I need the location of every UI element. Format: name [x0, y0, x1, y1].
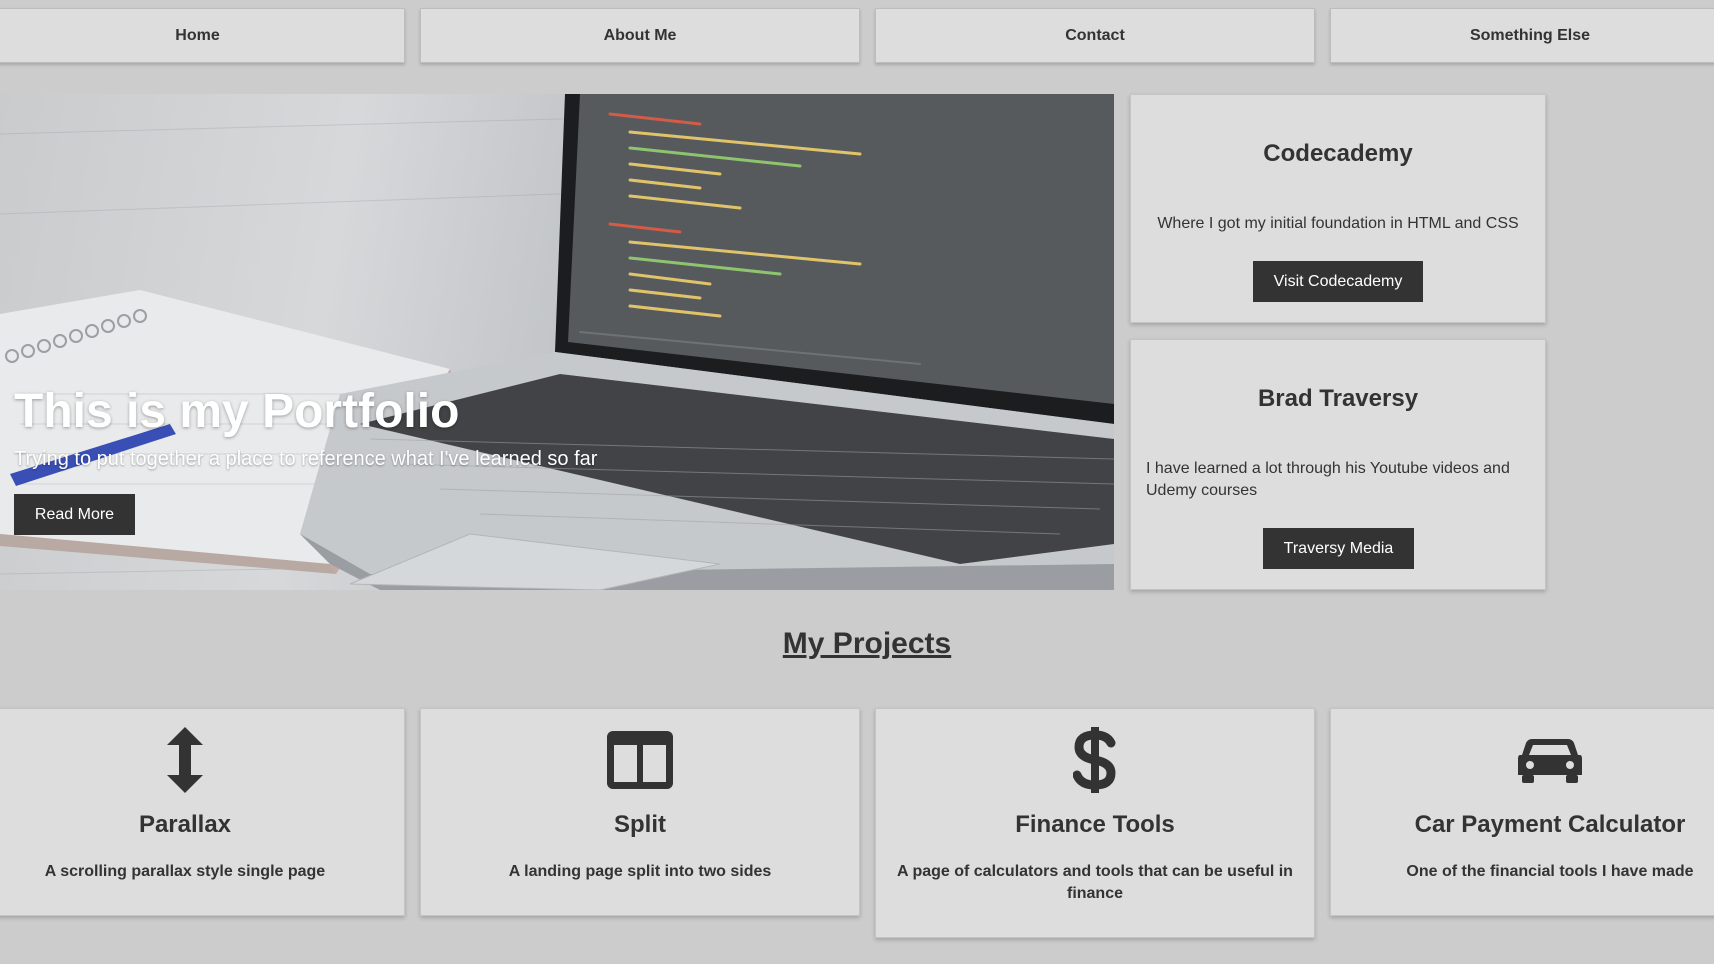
car-icon	[1515, 725, 1585, 795]
nav-something-else[interactable]: Something Else	[1330, 8, 1714, 63]
read-more-button-label: Read More	[34, 505, 115, 523]
project-card-car-payment-calculator[interactable]: Car Payment Calculator One of the financ…	[1330, 708, 1714, 916]
nav-home-label: Home	[175, 26, 220, 44]
project-title: Finance Tools	[1015, 811, 1175, 838]
brad-traversy-card-text: I have learned a lot through his Youtube…	[1146, 460, 1510, 499]
columns-icon	[605, 725, 675, 795]
page: Home About Me Contact Something Else Thi…	[0, 0, 1714, 964]
read-more-button[interactable]: Read More	[14, 494, 135, 535]
visit-codecademy-button[interactable]: Visit Codecademy	[1253, 261, 1423, 302]
brad-traversy-card: Brad Traversy I have learned a lot throu…	[1130, 339, 1546, 590]
project-title: Split	[614, 811, 666, 838]
project-description: A landing page split into two sides	[508, 863, 772, 880]
project-description: One of the financial tools I have made	[1406, 863, 1694, 880]
project-title: Car Payment Calculator	[1414, 811, 1686, 838]
traversy-media-button-label: Traversy Media	[1283, 539, 1394, 557]
project-card-finance-tools[interactable]: Finance Tools A page of calculators and …	[875, 708, 1315, 938]
hero-title: This is my Portfolio	[14, 385, 460, 438]
laptop-photo	[0, 94, 1114, 590]
nav-about-me[interactable]: About Me	[420, 8, 860, 63]
nav-contact[interactable]: Contact	[875, 8, 1315, 63]
hero-subtitle: Trying to put together a place to refere…	[14, 448, 598, 470]
dollar-icon	[1060, 725, 1130, 795]
laptop	[300, 94, 1114, 590]
visit-codecademy-button-label: Visit Codecademy	[1273, 272, 1403, 290]
codecademy-card-text: Where I got my initial foundation in HTM…	[1157, 215, 1519, 232]
codecademy-card-title: Codecademy	[1263, 140, 1413, 167]
nav-contact-label: Contact	[1065, 26, 1125, 44]
nav-home[interactable]: Home	[0, 8, 405, 63]
project-description: A scrolling parallax style single page	[44, 863, 326, 880]
project-card-parallax[interactable]: Parallax A scrolling parallax style sing…	[0, 708, 405, 916]
arrows-vertical-icon	[150, 725, 220, 795]
project-title: Parallax	[138, 811, 232, 838]
brad-traversy-card-title: Brad Traversy	[1257, 385, 1419, 412]
hero-banner: This is my Portfolio Trying to put toget…	[0, 94, 1114, 590]
codecademy-card: Codecademy Where I got my initial founda…	[1130, 94, 1546, 323]
nav-something-else-label: Something Else	[1469, 26, 1591, 44]
my-projects-heading: My Projects	[782, 627, 952, 660]
nav-about-me-label: About Me	[603, 26, 677, 44]
project-card-split[interactable]: Split A landing page split into two side…	[420, 708, 860, 916]
traversy-media-button[interactable]: Traversy Media	[1263, 528, 1414, 569]
project-description: A page of calculators and tools that can…	[897, 863, 1293, 902]
